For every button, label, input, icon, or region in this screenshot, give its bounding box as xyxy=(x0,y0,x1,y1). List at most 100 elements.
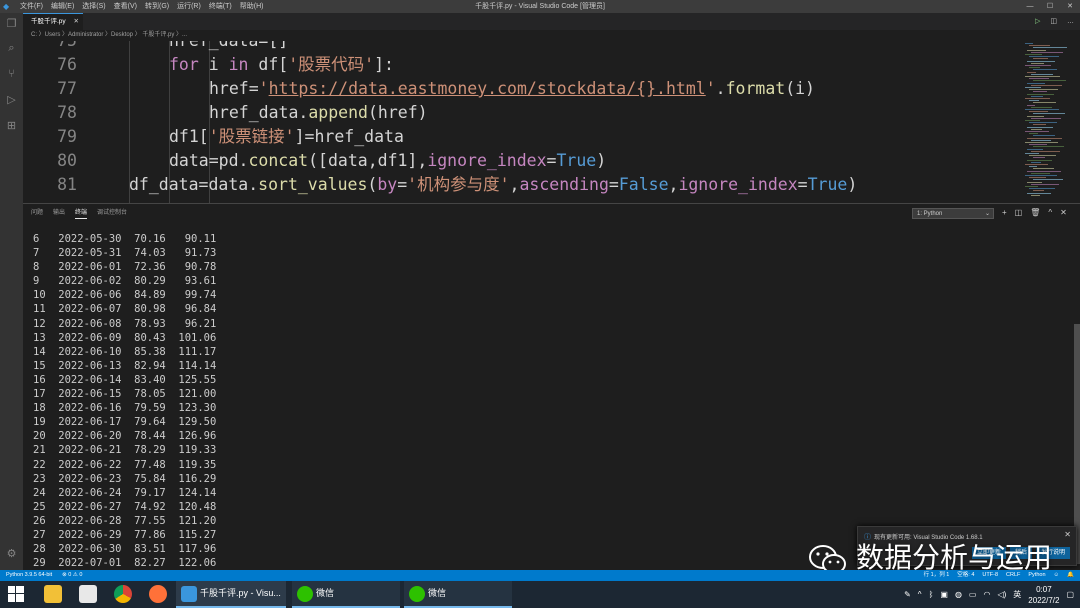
language-mode[interactable]: Python xyxy=(1028,570,1045,581)
maximize-button[interactable]: ☐ xyxy=(1040,0,1060,13)
chrome-icon[interactable] xyxy=(114,585,132,603)
code-line: 80 data=pd.concat([data,df1],ignore_inde… xyxy=(23,149,1023,173)
minimap-line xyxy=(1031,194,1040,196)
battery-icon[interactable]: ▭ xyxy=(969,590,977,599)
minimap-line xyxy=(1029,144,1047,146)
taskbar-wechat-label: 微信 xyxy=(428,588,447,598)
minimap-line xyxy=(1033,58,1048,60)
minimap-line xyxy=(1029,111,1048,113)
wifi-icon[interactable]: ◠ xyxy=(983,590,990,599)
line-ending[interactable]: CRLF xyxy=(1006,570,1020,581)
python-interpreter[interactable]: Python 3.9.5 64-bit xyxy=(6,570,52,581)
terminal-row: 11 2022-06-07 80.98 96.84 xyxy=(33,303,217,316)
minimap-line xyxy=(1027,71,1036,73)
app-tray-icon[interactable]: ▣ xyxy=(940,590,948,599)
minimap-line xyxy=(1029,45,1050,47)
editor-scrollbar[interactable] xyxy=(1073,41,1080,203)
cursor-position[interactable]: 行 1，列 1 xyxy=(924,570,950,581)
new-terminal-icon[interactable]: + xyxy=(1002,207,1007,219)
taskbar-vscode[interactable]: 千股千评.py - Visu... xyxy=(176,581,286,608)
taskbar-vscode-label: 千股千评.py - Visu... xyxy=(200,588,281,598)
minimap-line xyxy=(1027,170,1061,172)
split-terminal-icon[interactable]: ◫ xyxy=(1015,207,1023,219)
line-number: 80 xyxy=(57,151,77,170)
show-hidden-icon[interactable]: ^ xyxy=(918,590,922,599)
ime-indicator[interactable]: 英 xyxy=(1013,589,1021,600)
encoding[interactable]: UTF-8 xyxy=(982,570,998,581)
minimap-line xyxy=(1033,113,1065,115)
windows-start-icon[interactable] xyxy=(8,586,24,602)
vscode-window: ◆ 文件(F) 编辑(E) 选择(S) 查看(V) 转到(G) 运行(R) 终端… xyxy=(0,0,1080,608)
code-line: 79 df1['股票链接']=href_data xyxy=(23,125,1023,149)
tab-qiangu-qianping[interactable]: 千股千评.py ✕ xyxy=(23,13,83,30)
vscode-icon xyxy=(181,586,197,602)
tab-output[interactable]: 输出 xyxy=(53,208,65,219)
tab-close-icon[interactable]: ✕ xyxy=(74,14,79,29)
indentation[interactable]: 空格: 4 xyxy=(957,570,974,581)
code-text: href='https://data.eastmoney.com/stockda… xyxy=(209,79,815,98)
minimap-line xyxy=(1027,181,1042,183)
feedback-icon[interactable]: ☺ xyxy=(1054,570,1060,581)
minimap-line xyxy=(1027,82,1045,84)
minimize-button[interactable]: — xyxy=(1020,0,1040,13)
search-icon[interactable]: ⌕ xyxy=(5,42,18,55)
store-icon[interactable] xyxy=(79,585,97,603)
source-control-icon[interactable]: ⑂ xyxy=(5,68,18,81)
line-number: 77 xyxy=(57,79,77,98)
minimap-line xyxy=(1027,159,1052,161)
terminal-select[interactable]: 1: Python ⌄ xyxy=(912,208,994,219)
taskbar-wechat-1[interactable]: 微信 xyxy=(292,581,400,608)
split-editor-icon[interactable]: ◫ xyxy=(1050,13,1057,30)
pen-icon[interactable]: ✎ xyxy=(904,590,911,599)
minimap-line xyxy=(1027,192,1051,194)
action-center-icon[interactable]: ▢ xyxy=(1066,590,1074,599)
taskbar-wechat-2[interactable]: 微信 xyxy=(404,581,512,608)
terminal-row: 6 2022-05-30 70.16 90.11 xyxy=(33,233,217,245)
tab-problems[interactable]: 问题 xyxy=(31,208,43,219)
code-editor[interactable]: 75 href_data=[] 76 for i in df['股票代码']: … xyxy=(23,41,1023,203)
minimap-line xyxy=(1031,183,1059,185)
minimap-line xyxy=(1033,157,1045,159)
minimap-line xyxy=(1031,139,1051,141)
minimap-line xyxy=(1029,122,1057,124)
close-panel-icon[interactable]: ✕ xyxy=(1060,207,1067,219)
minimap-line xyxy=(1031,128,1042,130)
minimap-line xyxy=(1029,188,1055,190)
minimap-line xyxy=(1025,65,1051,66)
tab-debug-console[interactable]: 调试控制台 xyxy=(97,208,127,219)
run-file-icon[interactable]: ▷ xyxy=(1035,13,1040,30)
extensions-icon[interactable]: ⊞ xyxy=(5,120,18,133)
terminal-row: 25 2022-06-27 74.92 120.48 xyxy=(33,500,217,513)
maximize-panel-icon[interactable]: ^ xyxy=(1048,207,1052,219)
explorer-icon[interactable]: ❐ xyxy=(5,18,18,31)
bluetooth-icon[interactable]: ᛒ xyxy=(929,590,934,599)
terminal-output[interactable]: 6 2022-05-30 70.16 90.11 7 2022-05-31 74.… xyxy=(33,232,216,570)
minimap-line xyxy=(1027,137,1062,139)
notification-bell-icon[interactable]: 🔔 xyxy=(1067,570,1074,581)
firefox-icon[interactable] xyxy=(149,585,167,603)
minimap-line xyxy=(1029,155,1056,157)
kill-terminal-icon[interactable]: 🗑 xyxy=(1030,207,1040,219)
close-window-button[interactable]: ✕ xyxy=(1060,0,1080,13)
terminal-row: 24 2022-06-24 79.17 124.14 xyxy=(33,486,217,499)
file-explorer-icon[interactable] xyxy=(44,585,62,603)
tab-terminal[interactable]: 终端 xyxy=(75,208,88,219)
minimap-line xyxy=(1031,84,1062,86)
minimap-line xyxy=(1033,91,1047,93)
minimap-line xyxy=(1027,93,1054,95)
minimap[interactable] xyxy=(1023,41,1073,203)
more-actions-icon[interactable]: … xyxy=(1067,13,1074,30)
wechat-tray-icon[interactable]: ◍ xyxy=(955,590,962,599)
panel-actions: + ◫ 🗑 ^ ✕ xyxy=(1002,207,1067,219)
problems-count[interactable]: ⊗ 0 ⚠ 0 xyxy=(62,570,82,581)
volume-icon[interactable]: ◁) xyxy=(997,590,1006,599)
manage-gear-icon[interactable]: ⚙ xyxy=(5,548,18,561)
status-bar: Python 3.9.5 64-bit ⊗ 0 ⚠ 0 行 1，列 1 空格: … xyxy=(0,570,1080,581)
minimap-line xyxy=(1025,87,1041,88)
run-debug-icon[interactable]: ▷ xyxy=(5,94,18,107)
breadcrumb[interactable]: C: 〉Users 〉Administrator 〉Desktop 〉 千股千评… xyxy=(23,30,1080,41)
minimap-line xyxy=(1033,47,1067,49)
status-left: Python 3.9.5 64-bit ⊗ 0 ⚠ 0 xyxy=(6,570,82,581)
terminal-row: 19 2022-06-17 79.64 129.50 xyxy=(33,416,217,429)
clock[interactable]: 0:07 2022/7/2 xyxy=(1028,584,1059,606)
